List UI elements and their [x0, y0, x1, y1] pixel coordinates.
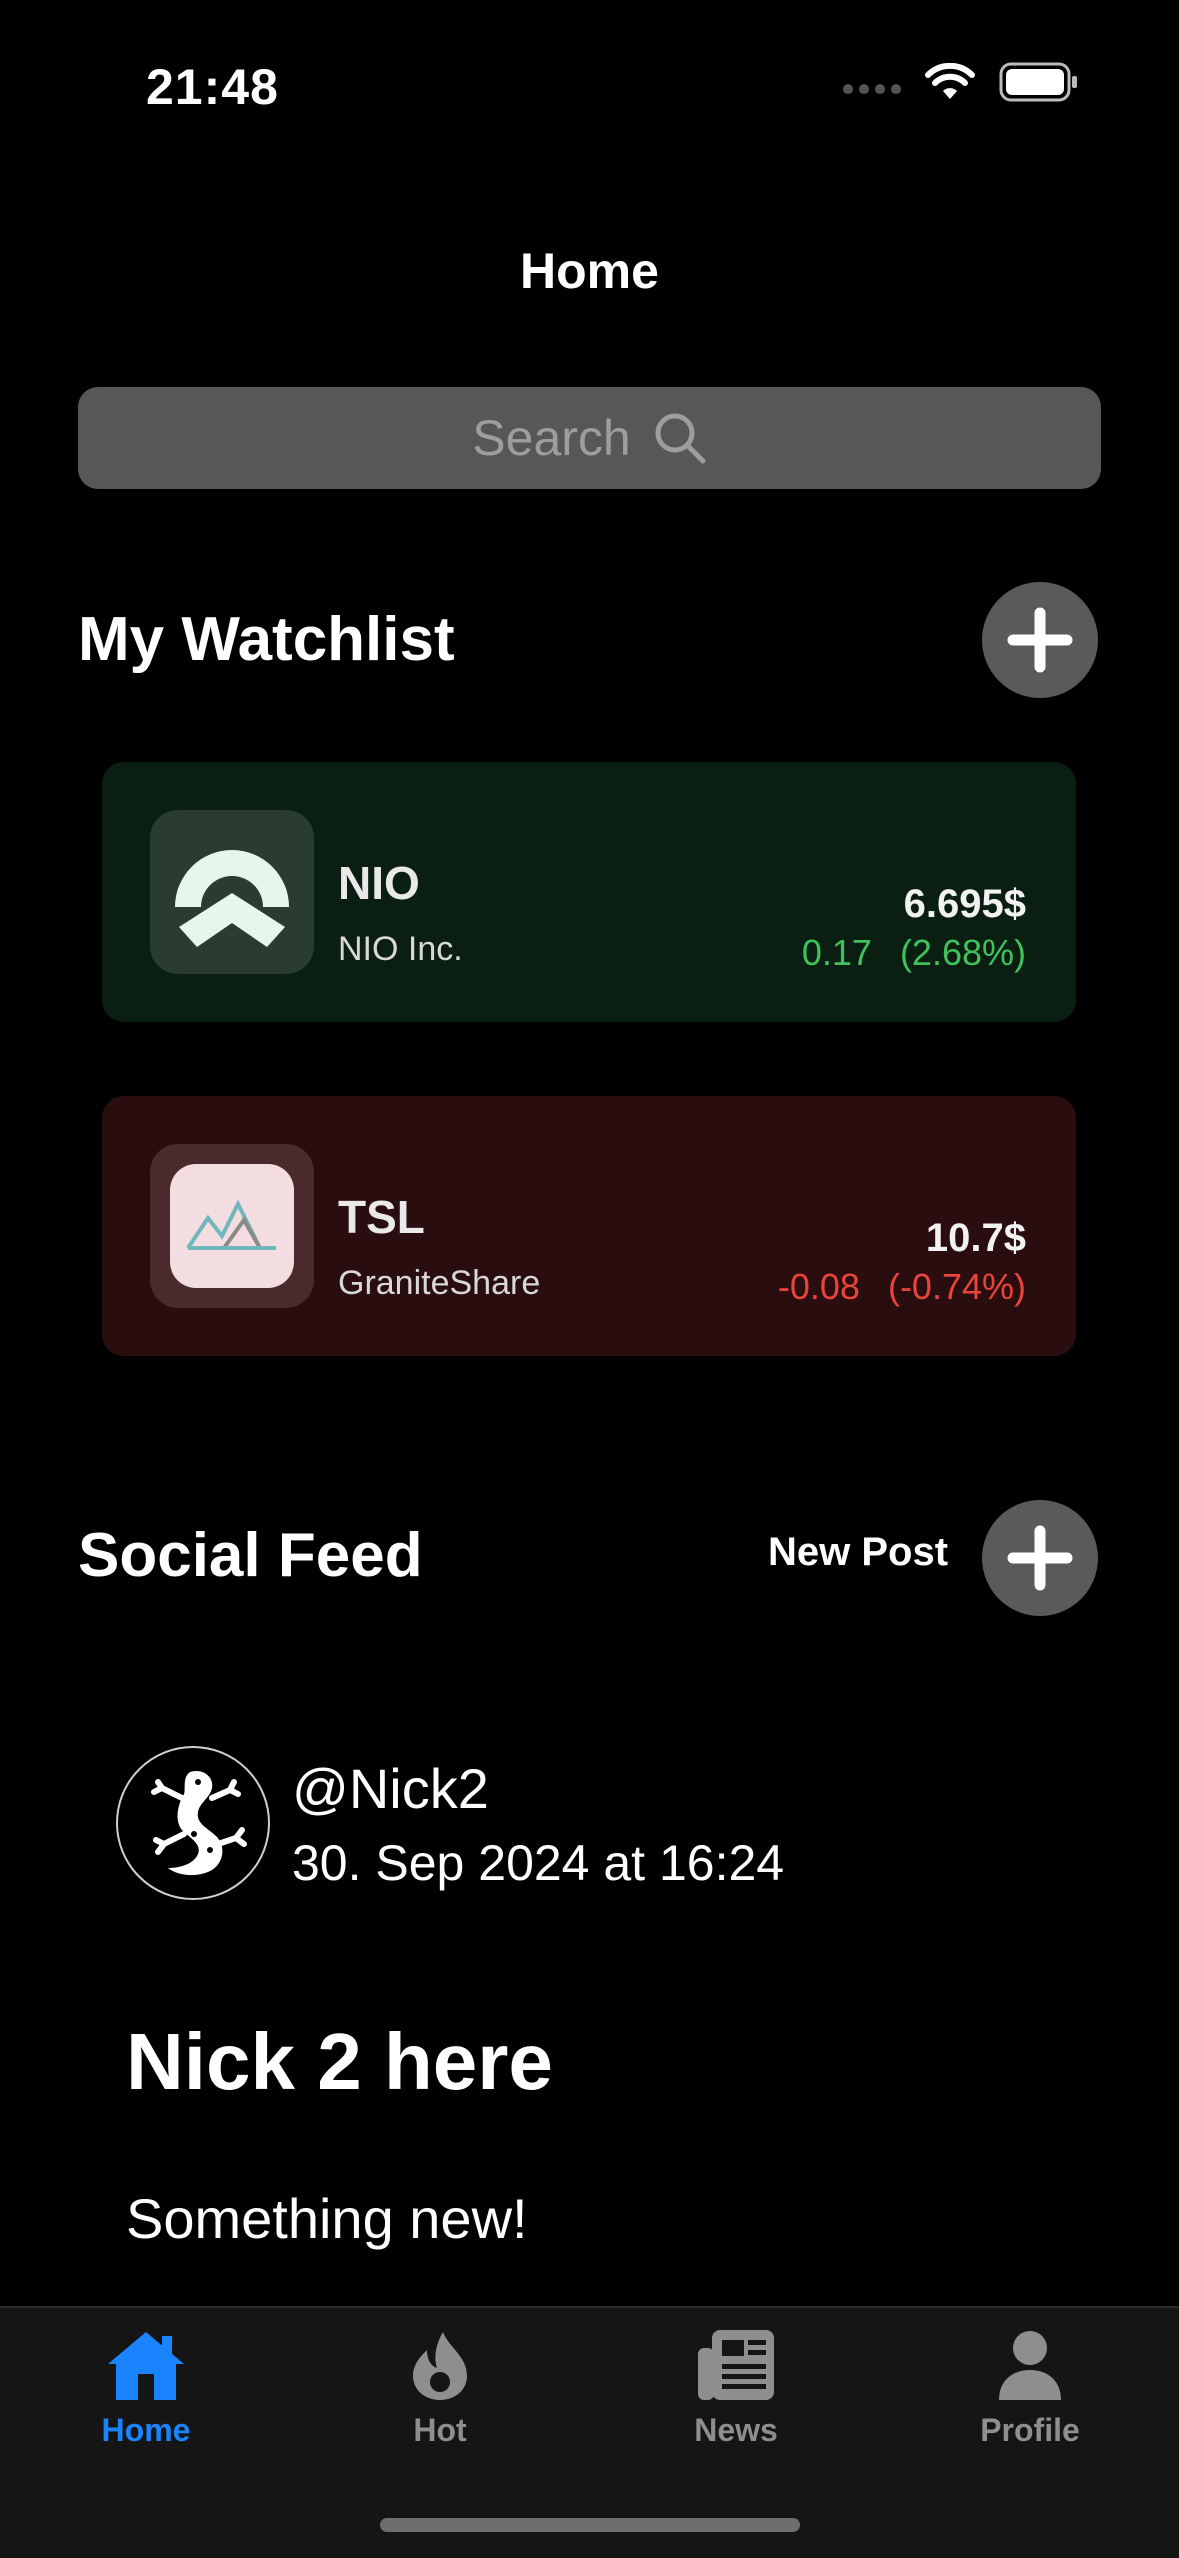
- new-post-button[interactable]: [982, 1500, 1098, 1616]
- company-name: GraniteShare: [338, 1264, 541, 1302]
- search-icon: [655, 413, 706, 464]
- newspaper-icon: [698, 2330, 774, 2400]
- wifi-icon: [925, 63, 975, 99]
- status-icons: [843, 62, 1079, 102]
- price-change: -0.08 (-0.74%): [778, 1266, 1026, 1308]
- tab-news[interactable]: News: [626, 2328, 846, 2449]
- change-value: -0.08: [777, 1266, 860, 1307]
- stock-price: 6.695$: [903, 882, 1026, 926]
- person-icon: [999, 2331, 1061, 2400]
- mountain-logo-icon: [186, 1199, 276, 1250]
- ticker-symbol: TSL: [338, 1191, 425, 1243]
- social-feed-title: Social Feed: [78, 1521, 423, 1590]
- battery-icon: [999, 62, 1077, 102]
- new-post-label[interactable]: New Post: [768, 1530, 948, 1575]
- watchlist-item-tsl[interactable]: TSL GraniteShare 10.7$ -0.08 (-0.74%): [102, 1096, 1076, 1356]
- watchlist-item-nio[interactable]: NIO NIO Inc. 6.695$ 0.17 (2.68%): [102, 762, 1076, 1022]
- nio-logo-icon: [175, 850, 289, 947]
- watchlist-title: My Watchlist: [78, 605, 455, 674]
- plus-icon: [1007, 607, 1073, 673]
- post-body: Something new!: [126, 2187, 528, 2250]
- tab-label: Home: [101, 2412, 191, 2448]
- price-change: 0.17 (2.68%): [802, 932, 1026, 974]
- status-time: 21:48: [146, 59, 279, 115]
- change-value: 0.17: [801, 932, 872, 973]
- plus-icon: [1007, 1525, 1073, 1591]
- home-indicator[interactable]: [380, 2518, 800, 2532]
- search-placeholder: Search: [472, 410, 631, 466]
- stock-price: 10.7$: [925, 1216, 1026, 1260]
- post-username[interactable]: @Nick2: [292, 1756, 489, 1821]
- tab-home[interactable]: Home: [36, 2328, 256, 2449]
- change-percent: (2.68%): [899, 932, 1026, 973]
- graniteshare-logo: [150, 1144, 314, 1308]
- tab-profile[interactable]: Profile: [920, 2328, 1140, 2449]
- house-icon: [108, 2332, 184, 2400]
- tab-label: Hot: [413, 2412, 467, 2448]
- post-timestamp: 30. Sep 2024 at 16:24: [292, 1835, 785, 1891]
- company-name: NIO Inc.: [338, 930, 463, 968]
- change-percent: (-0.74%): [887, 1266, 1026, 1307]
- tab-label: News: [694, 2412, 778, 2448]
- tab-hot[interactable]: Hot: [330, 2328, 550, 2449]
- gecko-avatar-icon: [151, 1770, 247, 1876]
- page-title: Home: [520, 243, 659, 299]
- add-watchlist-button[interactable]: [982, 582, 1098, 698]
- avatar[interactable]: [116, 1746, 270, 1900]
- flame-icon: [413, 2332, 467, 2400]
- nio-logo: [150, 810, 314, 974]
- cellular-signal-icon: [843, 84, 901, 94]
- tab-label: Profile: [980, 2412, 1080, 2448]
- ticker-symbol: NIO: [338, 857, 420, 909]
- post-title: Nick 2 here: [126, 2017, 553, 2106]
- search-bar[interactable]: Search: [78, 387, 1101, 489]
